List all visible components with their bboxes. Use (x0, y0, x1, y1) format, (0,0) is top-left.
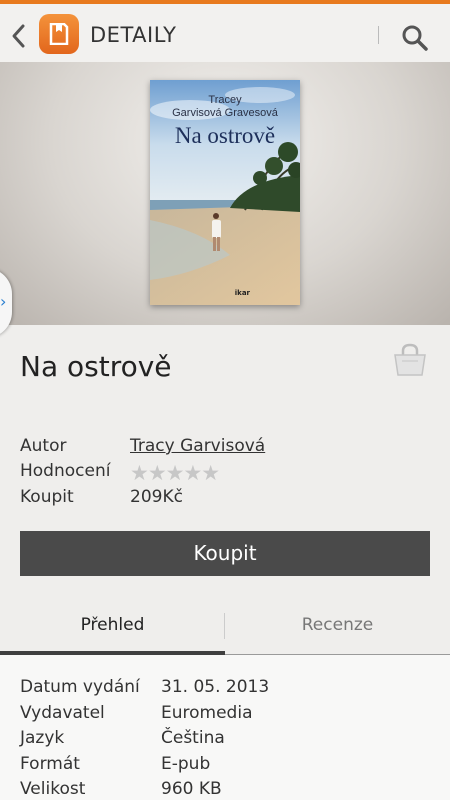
book-cover[interactable]: Tracey Garvisová Gravesová Na ostrově ik… (150, 80, 300, 305)
cover-publisher: ikar (234, 289, 250, 297)
chevron-right-icon: › (0, 292, 7, 311)
detail-value-format: E-pub (161, 754, 211, 774)
price-value: 209Kč (130, 487, 183, 507)
cover-author-last: Garvisová Gravesová (172, 107, 278, 119)
action-bar: DETAILY (0, 0, 450, 62)
detail-label-size: Velikost (20, 779, 86, 799)
rating-stars: ★★★★★ (130, 461, 220, 485)
detail-value-publisher: Euromedia (161, 703, 253, 723)
detail-value-size: 960 KB (161, 779, 222, 799)
shopping-bag-icon[interactable] (392, 343, 428, 381)
page-title: DETAILY (90, 23, 177, 47)
detail-label-release-date: Datum vydání (20, 677, 140, 697)
detail-label-language: Jazyk (20, 728, 65, 748)
tab-bar: Přehled Recenze (0, 603, 450, 655)
author-label: Autor (20, 436, 67, 456)
details-panel: Datum vydání 31. 05. 2013 Vydavatel Euro… (0, 655, 450, 800)
detail-value-language: Čeština (161, 728, 225, 748)
detail-value-release-date: 31. 05. 2013 (161, 677, 270, 697)
tab-reviews[interactable]: Recenze (225, 603, 450, 655)
book-title: Na ostrově (20, 350, 172, 383)
detail-label-format: Formát (20, 754, 80, 774)
book-app-icon[interactable] (39, 14, 79, 54)
cover-title: Na ostrově (174, 123, 276, 148)
back-chevron-icon[interactable] (8, 22, 30, 50)
divider (378, 26, 379, 44)
detail-label-publisher: Vydavatel (20, 703, 105, 723)
cover-author-first: Tracey (208, 94, 242, 106)
search-icon[interactable] (401, 24, 429, 56)
price-label: Koupit (20, 487, 74, 507)
tab-overview[interactable]: Přehled (0, 603, 225, 655)
rating-label: Hodnocení (20, 461, 111, 481)
buy-button[interactable]: Koupit (20, 531, 430, 576)
author-link[interactable]: Tracy Garvisová (130, 436, 265, 456)
